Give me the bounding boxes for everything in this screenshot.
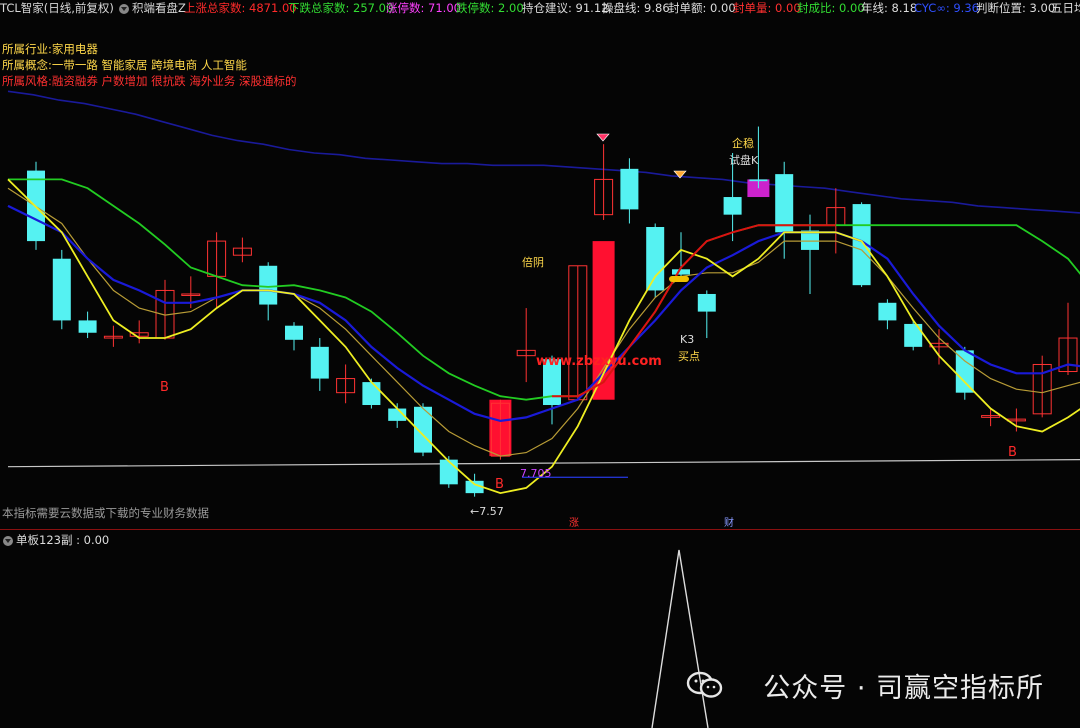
candle-body-2 (52, 258, 71, 321)
candle-body-27 (697, 293, 716, 312)
diamond-marker-1 (596, 133, 610, 142)
candle-body-30 (775, 174, 794, 233)
buy-point-label: 买点 (678, 350, 700, 363)
data-notice: 本指标需要云数据或下载的专业财务数据 (2, 506, 209, 520)
candle-body-12 (310, 346, 329, 379)
candle-body-11 (285, 325, 303, 340)
candle-body-10 (259, 265, 278, 305)
candle-body-24 (620, 168, 639, 210)
watermark-text: 公众号 · 司赢空指标所 (763, 673, 1044, 704)
b-marker-1: B (160, 380, 169, 395)
horizontal-reference-line (7, 459, 1080, 468)
k3-label: K3 (680, 333, 695, 346)
double-yin-label: 倍阴 (522, 256, 544, 269)
b-marker-2: B (495, 477, 504, 492)
low-price-label: ←7.57 (470, 505, 504, 518)
test-k-label: 试盘K (729, 154, 759, 167)
support-price-label: 7.705 (520, 467, 552, 480)
candle-body-17 (439, 459, 458, 485)
candle-body-14 (362, 382, 381, 406)
candle-body-31 (801, 230, 819, 250)
candle-body-3 (78, 320, 97, 333)
candle-body-35 (904, 323, 923, 347)
indicator-spike-line (651, 549, 709, 728)
wechat-icon (686, 671, 723, 698)
qiwen-label: 企稳 (732, 137, 754, 150)
candle-body-25 (646, 227, 665, 291)
k3-marker (669, 276, 689, 282)
candle-body-29 (749, 179, 768, 182)
chart-window: TCL智家(日线,前复权) 积端看盘Z 上涨总家数: 4871.00 下跌总家数… (0, 0, 1080, 728)
site-watermark: www.zbzxyu.com (536, 354, 662, 369)
candle-body-26 (672, 269, 690, 275)
candle-body-28 (723, 197, 742, 215)
tan-average-line (7, 187, 1080, 457)
highlight-bar-2 (592, 241, 615, 400)
candle-body-34 (878, 302, 897, 321)
candle-body-37 (955, 350, 974, 393)
b-marker-3: B (1008, 445, 1017, 460)
year-average-line (7, 90, 1080, 214)
